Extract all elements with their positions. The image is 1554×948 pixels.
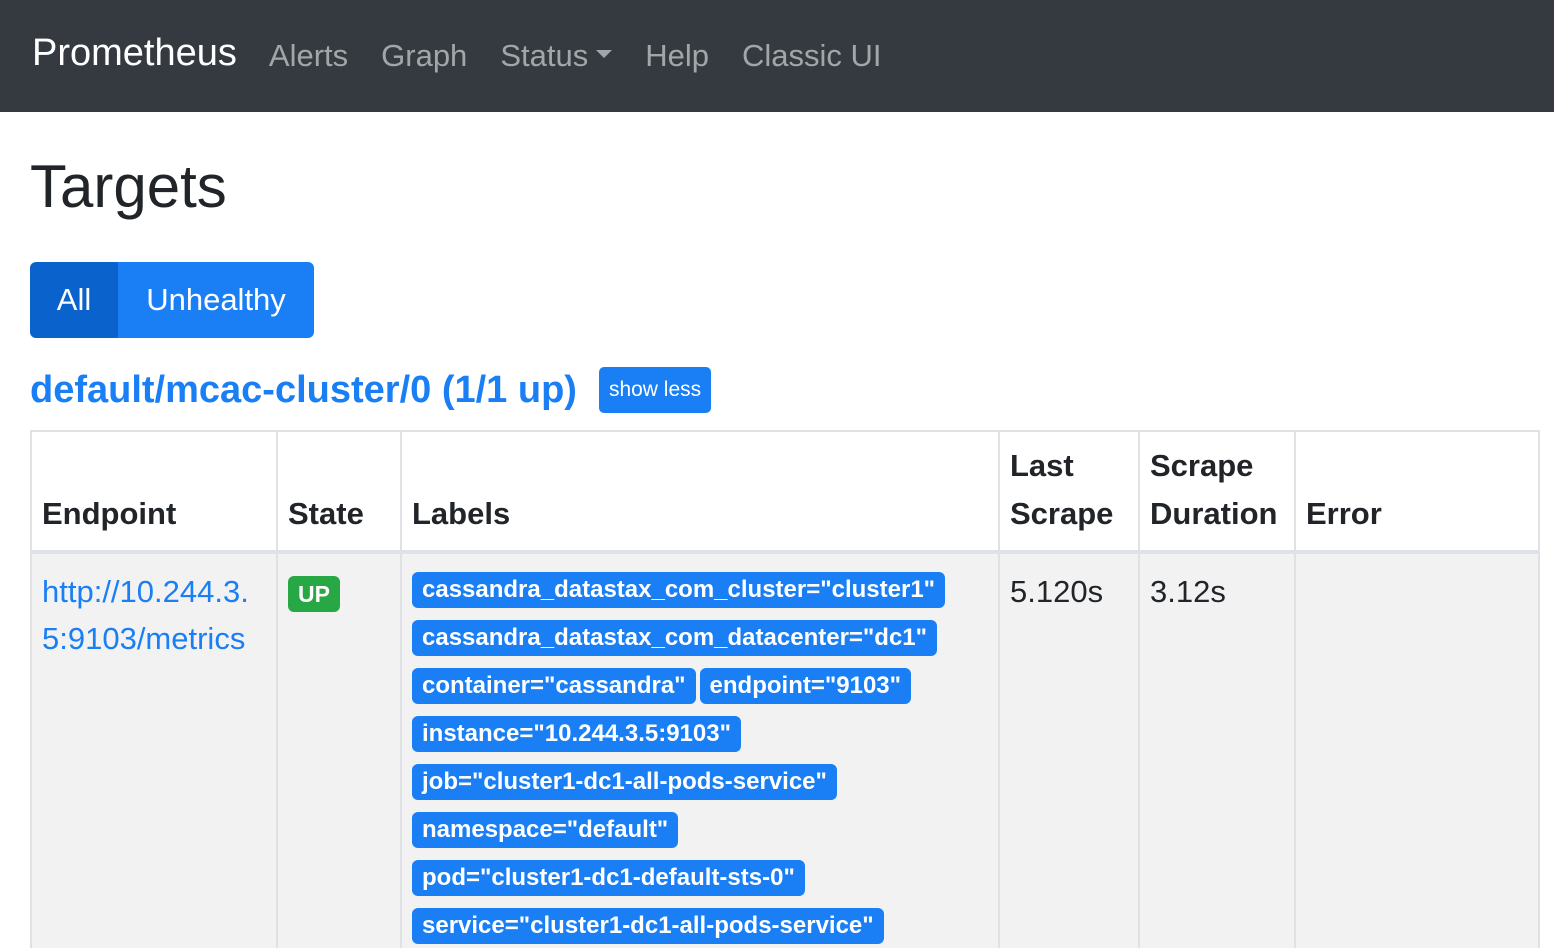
table-row: http://10.244.3.5:9103/metrics UP cassan… — [30, 551, 1540, 948]
show-less-button[interactable]: show less — [598, 367, 712, 413]
header-error: Error — [1294, 430, 1540, 554]
header-duration-line1: Scrape — [1150, 448, 1254, 483]
label-badge: container="cassandra" — [412, 668, 696, 704]
cell-endpoint: http://10.244.3.5:9103/metrics — [30, 551, 278, 948]
header-endpoint: Endpoint — [30, 430, 278, 554]
nav-classic-ui[interactable]: Classic UI — [742, 38, 882, 74]
page-title: Targets — [30, 153, 227, 220]
header-duration-line2: Duration — [1150, 496, 1278, 531]
job-title-link[interactable]: default/mcac-cluster/0 (1/1 up) — [30, 369, 577, 412]
label-badge: endpoint="9103" — [699, 668, 912, 704]
targets-table: Endpoint State Labels Last Scrape Scrape… — [30, 430, 1540, 948]
cell-state: UP — [276, 551, 402, 948]
target-filter-group: All Unhealthy — [30, 262, 314, 338]
nav-status-dropdown[interactable]: Status — [500, 38, 613, 74]
header-last-scrape-line2: Scrape — [1010, 496, 1114, 531]
status-badge: UP — [288, 576, 340, 612]
top-navbar: Prometheus Alerts Graph Status Help Clas… — [0, 0, 1554, 112]
job-header: default/mcac-cluster/0 (1/1 up) show les… — [30, 366, 1524, 414]
main-content: Targets All Unhealthy default/mcac-clust… — [0, 148, 1554, 948]
nav-status-label: Status — [500, 38, 589, 73]
header-labels: Labels — [400, 430, 1000, 554]
cell-error — [1294, 551, 1540, 948]
header-scrape-duration: Scrape Duration — [1138, 430, 1296, 554]
label-badge: cassandra_datastax_com_cluster="cluster1… — [412, 572, 946, 608]
chevron-down-icon — [596, 50, 613, 58]
header-last-scrape: Last Scrape — [998, 430, 1140, 554]
label-badge: pod="cluster1-dc1-default-sts-0" — [412, 860, 805, 896]
table-header-row: Endpoint State Labels Last Scrape Scrape… — [30, 430, 1540, 554]
header-state: State — [276, 430, 402, 554]
endpoint-link[interactable]: http://10.244.3.5:9103/metrics — [42, 574, 249, 656]
label-badge: job="cluster1-dc1-all-pods-service" — [412, 764, 837, 800]
cell-labels: cassandra_datastax_com_cluster="cluster1… — [400, 551, 1000, 948]
header-last-scrape-line1: Last — [1010, 448, 1074, 483]
nav-help[interactable]: Help — [645, 38, 709, 74]
label-badge: namespace="default" — [412, 812, 679, 848]
cell-last-scrape: 5.120s — [998, 551, 1140, 948]
filter-unhealthy-button[interactable]: Unhealthy — [118, 262, 314, 338]
nav-graph[interactable]: Graph — [381, 38, 467, 74]
label-badge: service="cluster1-dc1-all-pods-service" — [412, 908, 884, 944]
label-badge: cassandra_datastax_com_datacenter="dc1" — [412, 620, 938, 656]
cell-scrape-duration: 3.12s — [1138, 551, 1296, 948]
brand-logo[interactable]: Prometheus — [32, 32, 237, 81]
filter-all-button[interactable]: All — [30, 262, 118, 338]
label-badge: instance="10.244.3.5:9103" — [412, 716, 741, 752]
nav-alerts[interactable]: Alerts — [269, 38, 348, 74]
